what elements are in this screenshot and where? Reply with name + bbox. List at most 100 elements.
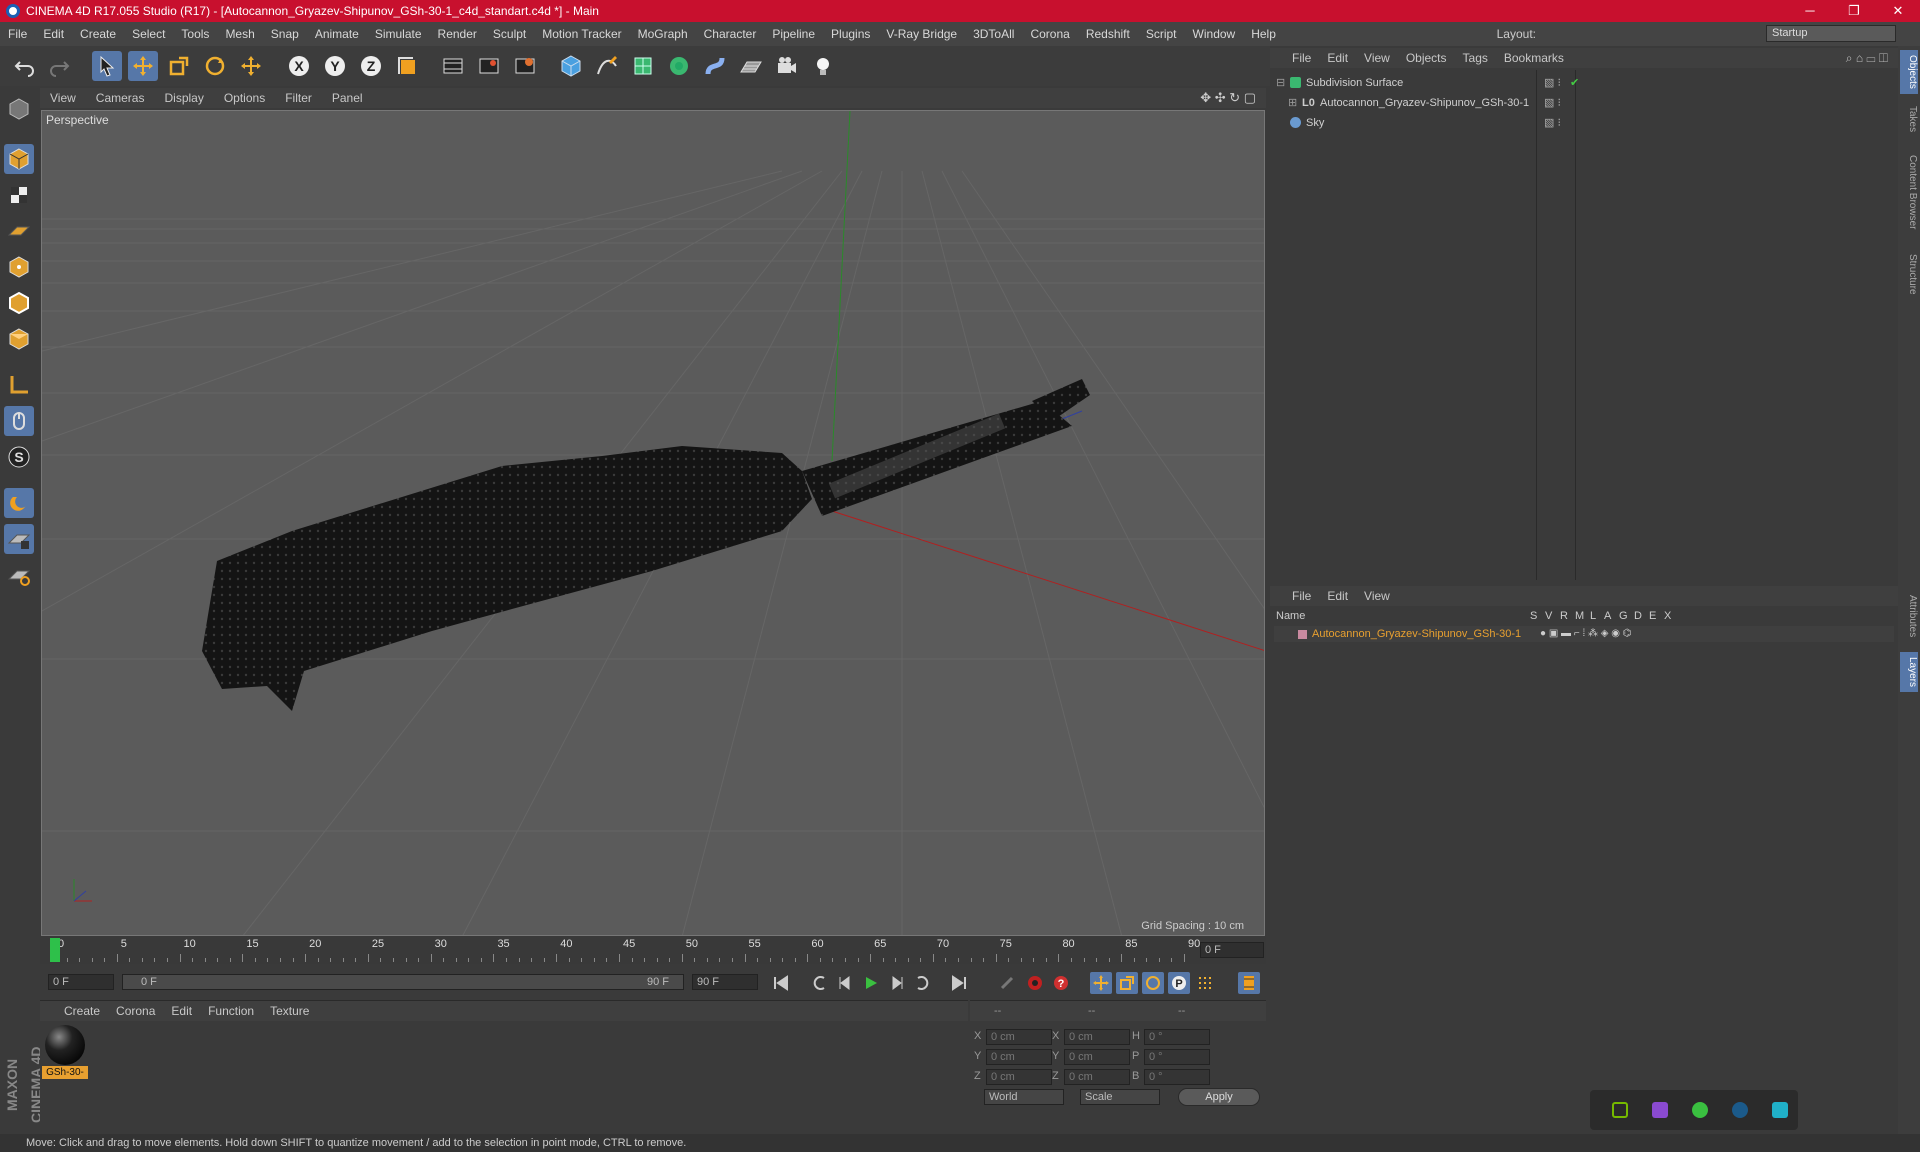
go-to-start-icon[interactable] bbox=[770, 972, 792, 994]
object-row-sky[interactable]: Sky ▧ ⁝ bbox=[1274, 114, 1896, 132]
material-menu-function[interactable]: Function bbox=[200, 1004, 262, 1018]
layer-column-x[interactable]: X bbox=[1664, 610, 1671, 622]
render-picture-viewer-icon[interactable] bbox=[474, 51, 504, 81]
menu-select[interactable]: Select bbox=[124, 27, 173, 41]
menu-tools[interactable]: Tools bbox=[173, 27, 217, 41]
deformer-icon[interactable] bbox=[700, 51, 730, 81]
start-frame-field[interactable]: 0 F bbox=[48, 974, 114, 990]
material-menu-texture[interactable]: Texture bbox=[262, 1004, 317, 1018]
menu-sculpt[interactable]: Sculpt bbox=[485, 27, 534, 41]
layer-menu-file[interactable]: File bbox=[1284, 589, 1319, 603]
expand-icon[interactable]: ⊟ bbox=[1276, 74, 1285, 92]
timeline-ruler[interactable]: 0 5 10 15 20 25 30 35 40 45 50 55 60 65 70 75 80 85 90 bbox=[50, 938, 1200, 962]
subdivision-surface-icon[interactable] bbox=[628, 51, 658, 81]
steam-icon[interactable] bbox=[1732, 1102, 1748, 1118]
menu-edit[interactable]: Edit bbox=[35, 27, 72, 41]
nvidia-icon[interactable] bbox=[1612, 1102, 1628, 1118]
scale-tool-icon[interactable] bbox=[164, 51, 194, 81]
live-selection-icon[interactable] bbox=[92, 51, 122, 81]
layer-column-name[interactable]: Name bbox=[1276, 610, 1305, 622]
tab-objects[interactable]: Objects bbox=[1900, 50, 1918, 94]
layer-column-l[interactable]: L bbox=[1590, 610, 1596, 622]
record-keys-icon[interactable] bbox=[996, 972, 1018, 994]
playhead[interactable] bbox=[50, 938, 60, 962]
material-menu-edit[interactable]: Edit bbox=[163, 1004, 200, 1018]
object-menu-bookmarks[interactable]: Bookmarks bbox=[1496, 51, 1572, 65]
key-pla-icon[interactable] bbox=[1194, 972, 1216, 994]
menu-mograph[interactable]: MoGraph bbox=[630, 27, 696, 41]
layer-column-e[interactable]: E bbox=[1649, 610, 1656, 622]
undo-icon[interactable] bbox=[10, 51, 40, 81]
points-mode-icon[interactable] bbox=[4, 252, 34, 282]
layer-toggle-icons[interactable]: ● ▣ ▬ ⌐ ⁞ ⁂ ◈ ◉ ⌬ bbox=[1540, 626, 1631, 642]
z-axis-lock-icon[interactable]: Z bbox=[356, 51, 386, 81]
close-button[interactable]: ✕ bbox=[1876, 0, 1920, 22]
make-editable-icon[interactable] bbox=[4, 94, 34, 124]
go-to-end-icon[interactable] bbox=[948, 972, 970, 994]
layer-column-r[interactable]: R bbox=[1560, 610, 1568, 622]
display-app-icon[interactable] bbox=[1772, 1102, 1788, 1118]
coord-value-field[interactable]: 0 cm bbox=[986, 1049, 1052, 1065]
edges-mode-icon[interactable] bbox=[4, 288, 34, 318]
layout-select[interactable]: Startup bbox=[1766, 25, 1896, 42]
tab-attributes[interactable]: Attributes bbox=[1900, 586, 1918, 646]
y-axis-lock-icon[interactable]: Y bbox=[320, 51, 350, 81]
viewport-menu-display[interactable]: Display bbox=[154, 91, 213, 105]
camera-icon[interactable] bbox=[772, 51, 802, 81]
snapping-icon[interactable]: S bbox=[4, 442, 34, 472]
coord-value-field[interactable]: 0 cm bbox=[986, 1069, 1052, 1085]
menu-render[interactable]: Render bbox=[430, 27, 485, 41]
layer-color-swatch[interactable] bbox=[1298, 630, 1307, 639]
enable-axis-icon[interactable] bbox=[4, 370, 34, 400]
viewport-menu-options[interactable]: Options bbox=[214, 91, 275, 105]
object-menu-view[interactable]: View bbox=[1356, 51, 1398, 65]
menu-simulate[interactable]: Simulate bbox=[367, 27, 430, 41]
current-frame-field[interactable]: 0 F bbox=[1200, 942, 1264, 958]
object-row-subdivision-surface[interactable]: ⊟ Subdivision Surface ▧ ⁝ ✔ bbox=[1274, 74, 1896, 92]
viewport-menu-filter[interactable]: Filter bbox=[275, 91, 322, 105]
menu-motion-tracker[interactable]: Motion Tracker bbox=[534, 27, 629, 41]
play-icon[interactable] bbox=[860, 972, 882, 994]
polygons-mode-icon[interactable] bbox=[4, 324, 34, 354]
pen-spline-icon[interactable] bbox=[592, 51, 622, 81]
apply-button[interactable]: Apply bbox=[1178, 1088, 1260, 1106]
viewport-nav-icons[interactable]: ✥ ✣ ↻ ▢ bbox=[1200, 90, 1256, 106]
coord-value-field[interactable]: 0 cm bbox=[1064, 1029, 1130, 1045]
model-mode-icon[interactable] bbox=[4, 144, 34, 174]
key-scale-icon[interactable] bbox=[1116, 972, 1138, 994]
layer-column-m[interactable]: M bbox=[1575, 610, 1584, 622]
key-rotation-icon[interactable] bbox=[1142, 972, 1164, 994]
object-menu-file[interactable]: File bbox=[1284, 51, 1319, 65]
light-icon[interactable] bbox=[808, 51, 838, 81]
layer-menu-view[interactable]: View bbox=[1356, 589, 1398, 603]
timeline-window-icon[interactable] bbox=[1238, 972, 1260, 994]
magnet-icon[interactable] bbox=[4, 488, 34, 518]
tab-takes[interactable]: Takes bbox=[1900, 102, 1918, 136]
material-swatch[interactable]: GSh-30- bbox=[42, 1025, 88, 1081]
menu-vray-bridge[interactable]: V-Ray Bridge bbox=[878, 27, 965, 41]
layer-column-g[interactable]: G bbox=[1619, 610, 1628, 622]
visibility-toggle-icon[interactable]: ▧ ⁝ bbox=[1544, 74, 1561, 92]
planar-workplane-icon[interactable] bbox=[4, 560, 34, 590]
coordinate-system-icon[interactable] bbox=[392, 51, 422, 81]
visibility-toggle-icon[interactable]: ▧ ⁝ bbox=[1544, 114, 1561, 132]
coord-value-field[interactable]: 0 cm bbox=[1064, 1069, 1130, 1085]
menu-snap[interactable]: Snap bbox=[263, 27, 307, 41]
workplane-mode-icon[interactable] bbox=[4, 216, 34, 246]
menu-window[interactable]: Window bbox=[1185, 27, 1244, 41]
tab-layers[interactable]: Layers bbox=[1900, 652, 1918, 692]
visibility-toggle-icon[interactable]: ▧ ⁝ bbox=[1544, 94, 1561, 112]
previous-key-icon[interactable] bbox=[808, 972, 830, 994]
tab-structure[interactable]: Structure bbox=[1900, 246, 1918, 302]
object-menu-edit[interactable]: Edit bbox=[1319, 51, 1356, 65]
render-view-icon[interactable] bbox=[438, 51, 468, 81]
menu-animate[interactable]: Animate bbox=[307, 27, 367, 41]
texture-mode-icon[interactable] bbox=[4, 180, 34, 210]
timeline[interactable]: 0 5 10 15 20 25 30 35 40 45 50 55 60 65 70 75 80 85 90 0 F bbox=[40, 936, 1266, 964]
tab-content-browser[interactable]: Content Browser bbox=[1900, 146, 1918, 238]
viewport-menu-panel[interactable]: Panel bbox=[322, 91, 373, 105]
3d-viewport[interactable]: Perspective Grid Spacing : 10 cm bbox=[41, 110, 1265, 936]
menu-pipeline[interactable]: Pipeline bbox=[764, 27, 823, 41]
expand-icon[interactable]: ⊞ bbox=[1288, 94, 1297, 112]
coord-value-field[interactable]: 0 ° bbox=[1144, 1049, 1210, 1065]
